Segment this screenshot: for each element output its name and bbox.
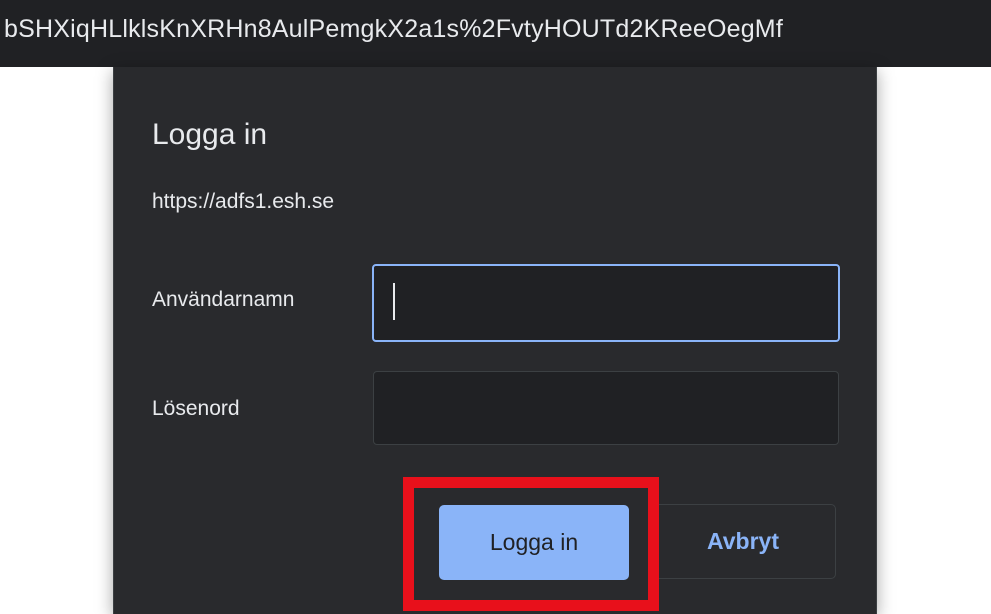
address-bar[interactable]: bSHXiqHLlklsKnXRHn8AulPemgkX2a1s%2FvtyHO… bbox=[0, 0, 991, 67]
username-input[interactable] bbox=[372, 264, 840, 342]
dialog-title: Logga in bbox=[152, 118, 268, 151]
address-bar-url[interactable]: bSHXiqHLlklsKnXRHn8AulPemgkX2a1s%2FvtyHO… bbox=[4, 14, 783, 44]
login-button[interactable]: Logga in bbox=[439, 505, 629, 580]
username-label: Användarnamn bbox=[152, 288, 295, 311]
password-label: Lösenord bbox=[152, 397, 240, 420]
login-dialog: Logga in https://adfs1.esh.se Användarna… bbox=[113, 67, 877, 614]
dialog-origin: https://adfs1.esh.se bbox=[152, 190, 335, 213]
cancel-button[interactable]: Avbryt bbox=[650, 504, 836, 579]
text-caret bbox=[393, 283, 395, 320]
password-input[interactable] bbox=[373, 371, 839, 445]
